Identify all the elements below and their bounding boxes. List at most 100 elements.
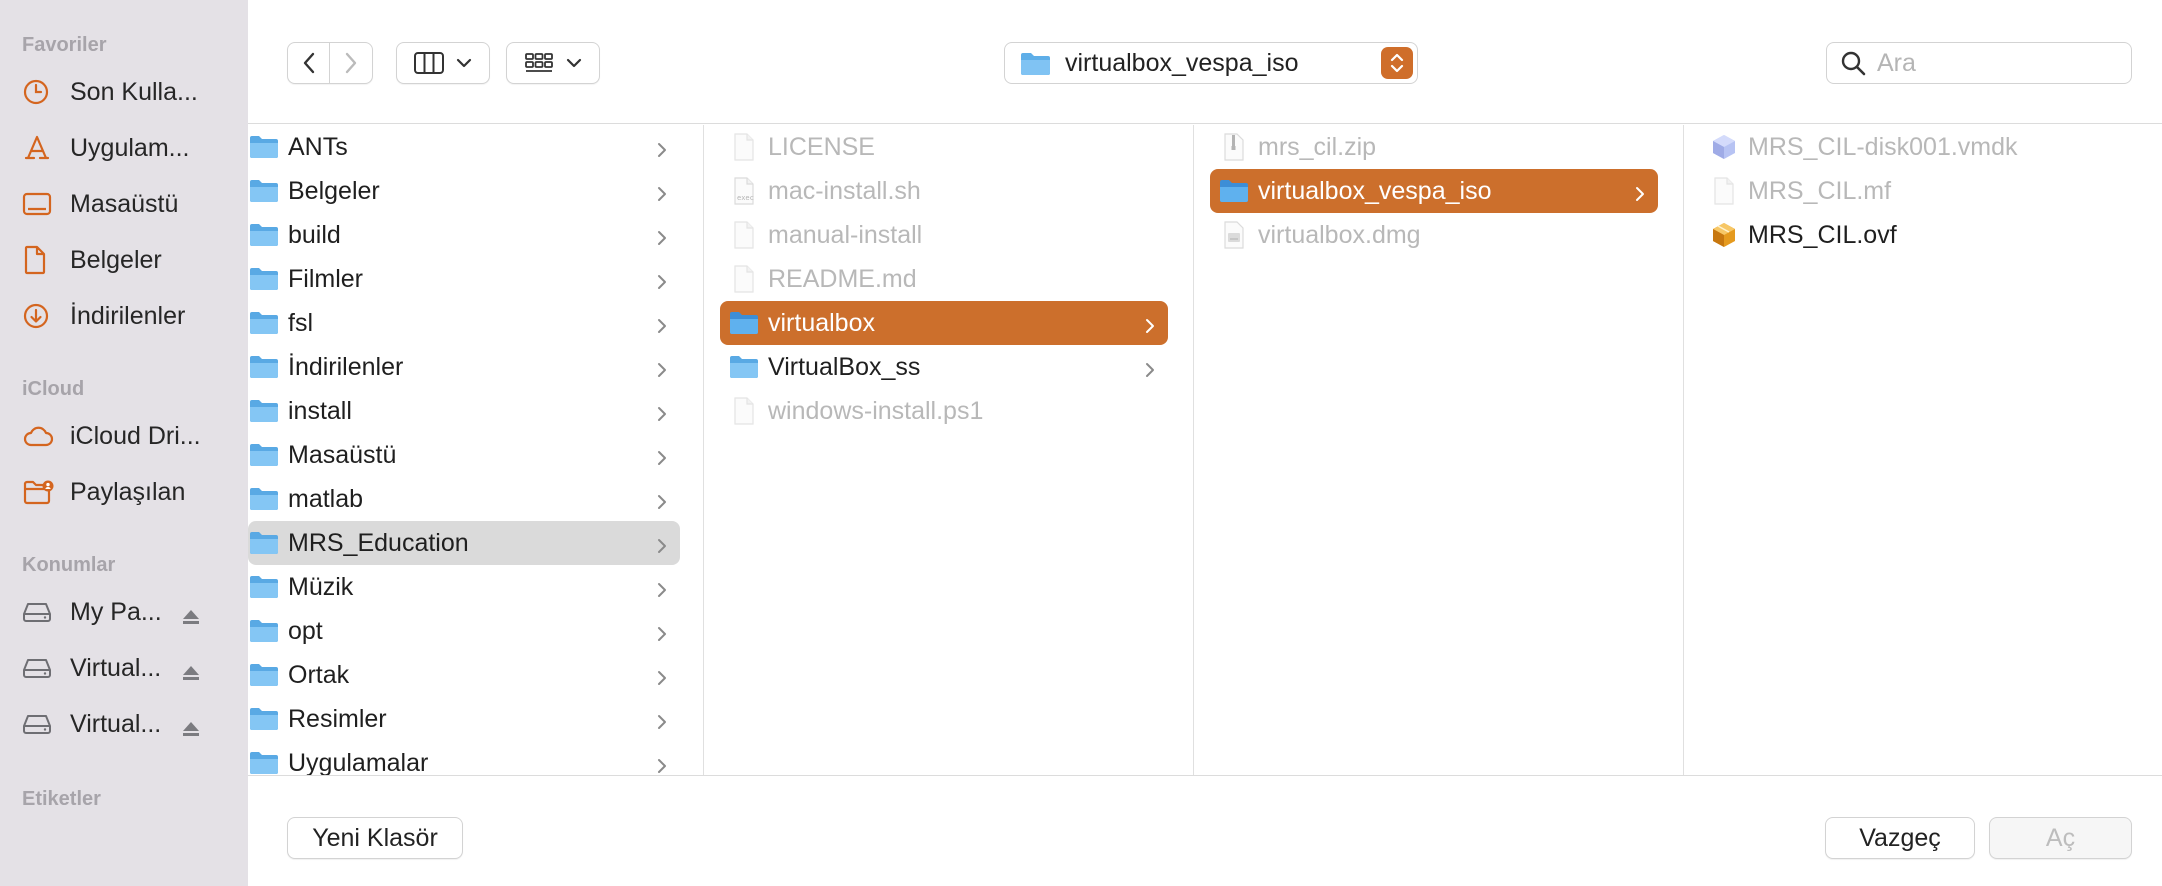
file-row[interactable]: README.md <box>720 257 1168 301</box>
path-popup[interactable]: virtualbox_vespa_iso <box>1004 42 1418 84</box>
folder-icon <box>728 353 760 381</box>
sidebar-item-label: Uygulam... <box>70 133 190 162</box>
eject-icon[interactable] <box>180 660 202 689</box>
item-name: LICENSE <box>768 132 875 161</box>
view-mode-button[interactable] <box>396 42 490 84</box>
new-folder-button[interactable]: Yeni Klasör <box>287 817 463 859</box>
sidebar-item-location-3[interactable]: Virtual... <box>22 702 236 746</box>
item-name: Uygulamalar <box>288 748 429 776</box>
item-name: mrs_cil.zip <box>1258 132 1377 161</box>
folder-icon <box>728 309 760 337</box>
folder-row[interactable]: virtualbox <box>720 301 1168 345</box>
folder-icon <box>248 133 280 161</box>
file-row[interactable]: mrs_cil.zip <box>1210 125 1658 169</box>
script-file-icon: exec <box>728 177 760 205</box>
search-input[interactable] <box>1877 48 2107 78</box>
item-name: ANTs <box>288 132 348 161</box>
folder-row[interactable]: Filmler <box>248 257 680 301</box>
back-button[interactable] <box>288 43 331 83</box>
file-icon <box>728 265 760 293</box>
folder-row[interactable]: Resimler <box>248 697 680 741</box>
folder-icon <box>248 749 280 775</box>
folder-row[interactable]: VirtualBox_ss <box>720 345 1168 389</box>
sidebar-item-recents[interactable]: Son Kulla... <box>22 70 236 114</box>
item-name: İndirilenler <box>288 352 404 381</box>
virtual-disk-icon <box>1708 133 1740 161</box>
item-name: Resimler <box>288 704 387 733</box>
item-name: fsl <box>288 308 313 337</box>
sidebar-item-icloud-drive[interactable]: iCloud Dri... <box>22 414 236 458</box>
folder-icon <box>248 397 280 425</box>
file-row[interactable]: windows-install.ps1 <box>720 389 1168 433</box>
file-row[interactable]: MRS_CIL-disk001.vmdk <box>1700 125 2146 169</box>
sidebar-item-shared[interactable]: Paylaşılan <box>22 470 236 514</box>
item-name: MRS_Education <box>288 528 469 557</box>
sidebar-item-downloads[interactable]: İndirilenler <box>22 294 236 338</box>
folder-row[interactable]: opt <box>248 609 680 653</box>
sidebar-item-documents[interactable]: Belgeler <box>22 238 236 282</box>
folder-icon <box>248 705 280 733</box>
file-icon <box>728 133 760 161</box>
file-row[interactable]: exec mac-install.sh <box>720 169 1168 213</box>
file-row[interactable]: MRS_CIL.mf <box>1700 169 2146 213</box>
file-icon <box>1708 177 1740 205</box>
file-row[interactable]: manual-install <box>720 213 1168 257</box>
folder-icon <box>1218 177 1250 205</box>
clock-icon <box>22 77 58 107</box>
sidebar-item-label: Virtual... <box>70 709 162 738</box>
folder-icon <box>248 221 280 249</box>
item-name: virtualbox.dmg <box>1258 220 1421 249</box>
search-icon <box>1841 51 1866 76</box>
virtual-machine-icon <box>1708 221 1740 249</box>
folder-icon <box>248 265 280 293</box>
chevron-right-icon <box>656 137 668 166</box>
chevron-right-icon <box>1144 313 1156 342</box>
folder-row[interactable]: Ortak <box>248 653 680 697</box>
file-icon <box>728 221 760 249</box>
sidebar-item-applications[interactable]: Uygulam... <box>22 126 236 170</box>
item-name: README.md <box>768 264 917 293</box>
folder-row[interactable]: virtualbox_vespa_iso <box>1210 169 1658 213</box>
file-row[interactable]: MRS_CIL.ovf <box>1700 213 2146 257</box>
item-name: Belgeler <box>288 176 380 205</box>
chevron-right-icon <box>656 357 668 386</box>
eject-icon[interactable] <box>180 716 202 745</box>
item-name: Masaüstü <box>288 440 397 469</box>
chevron-down-icon <box>566 58 582 68</box>
folder-icon <box>248 661 280 689</box>
disk-image-icon <box>1218 221 1250 249</box>
download-icon <box>22 301 58 331</box>
folder-row[interactable]: Belgeler <box>248 169 680 213</box>
folder-row[interactable]: İndirilenler <box>248 345 680 389</box>
open-button[interactable]: Aç <box>1989 817 2132 859</box>
chevron-right-icon <box>1634 181 1646 210</box>
item-name: matlab <box>288 484 364 513</box>
sidebar-item-label: iCloud Dri... <box>70 421 201 450</box>
folder-icon <box>248 441 280 469</box>
file-row[interactable]: virtualbox.dmg <box>1210 213 1658 257</box>
folder-row[interactable]: matlab <box>248 477 680 521</box>
folder-row[interactable]: install <box>248 389 680 433</box>
forward-button[interactable] <box>330 43 372 83</box>
folder-row[interactable]: Uygulamalar <box>248 741 680 775</box>
column-browser: ANTs Belgeler build Filmler fsl İndirilenler i… <box>248 125 2162 775</box>
search-field[interactable] <box>1826 42 2132 84</box>
folder-icon <box>1021 53 1050 75</box>
file-row[interactable]: LICENSE <box>720 125 1168 169</box>
sidebar-item-location-1[interactable]: My Pa... <box>22 590 236 634</box>
column-4: MRS_CIL-disk001.vmdk MRS_CIL.mf MRS_CIL.ov… <box>1684 125 2162 775</box>
cancel-button[interactable]: Vazgeç <box>1825 817 1975 859</box>
drive-icon <box>22 653 58 683</box>
folder-row[interactable]: ANTs <box>248 125 680 169</box>
folder-row[interactable]: fsl <box>248 301 680 345</box>
folder-row[interactable]: Müzik <box>248 565 680 609</box>
chevron-right-icon <box>656 269 668 298</box>
sidebar-item-location-2[interactable]: Virtual... <box>22 646 236 690</box>
group-button[interactable] <box>506 42 600 84</box>
folder-row[interactable]: MRS_Education <box>248 521 680 565</box>
folder-row[interactable]: build <box>248 213 680 257</box>
eject-icon[interactable] <box>180 604 202 633</box>
sidebar-item-label: Belgeler <box>70 245 162 274</box>
sidebar-item-desktop[interactable]: Masaüstü <box>22 182 236 226</box>
folder-row[interactable]: Masaüstü <box>248 433 680 477</box>
